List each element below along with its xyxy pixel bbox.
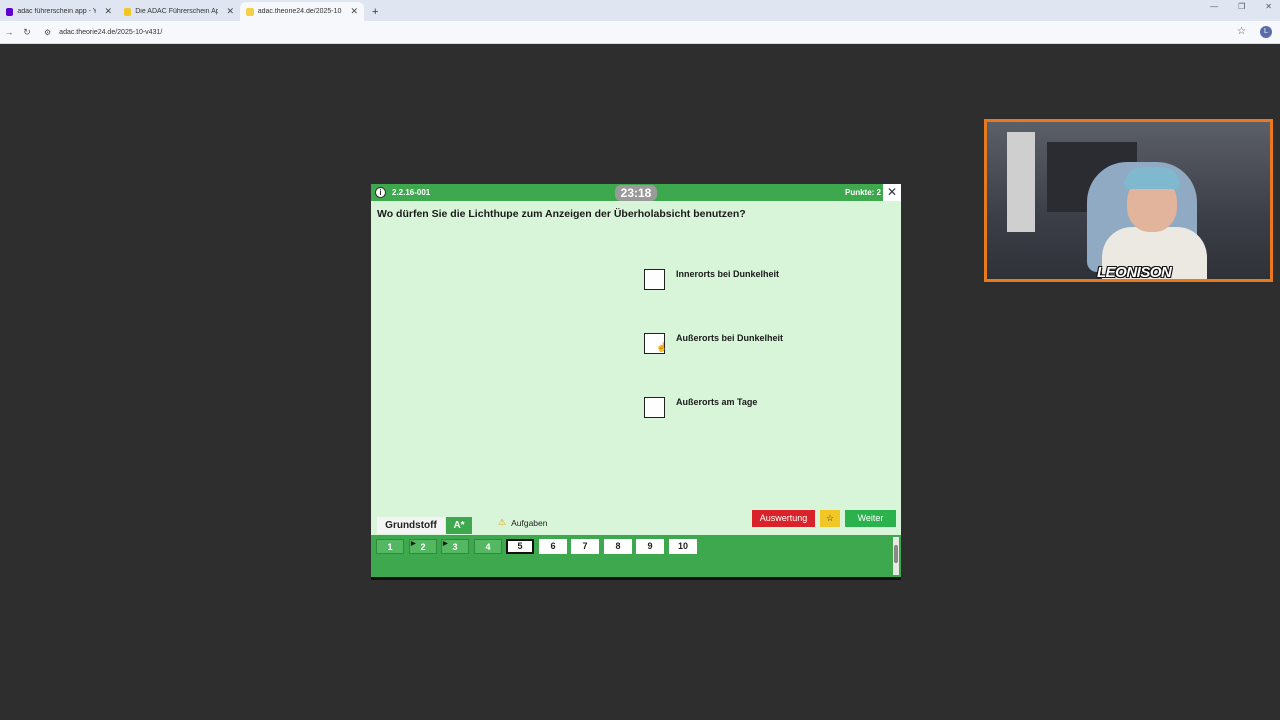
- question-number-button[interactable]: 7: [571, 539, 599, 554]
- question-number: 2: [420, 542, 426, 552]
- divider: [371, 577, 901, 580]
- webcam-overlay: LEONISON: [984, 119, 1273, 282]
- profile-avatar[interactable]: L: [1260, 26, 1272, 38]
- question-number-button[interactable]: 5: [506, 539, 534, 554]
- flag-icon: ▶: [411, 541, 416, 547]
- theorie24-favicon-icon: [246, 7, 254, 16]
- url-field[interactable]: ⚙ adac.theorie24.de/2025-10-v431/: [44, 23, 1250, 41]
- question-number-button[interactable]: 8: [604, 539, 632, 554]
- answer-checkbox[interactable]: [644, 397, 665, 418]
- category-tab[interactable]: Grundstoff: [377, 517, 445, 534]
- question-number: 4: [485, 542, 491, 552]
- quiz-window: i 2.2.16-001 23:18 Punkte: 2 ✕ Wo dürfen…: [371, 184, 901, 580]
- tab-label: adac.theorie24.de/2025-10-v4:: [257, 8, 343, 15]
- restore-icon[interactable]: ❐: [1238, 2, 1245, 11]
- answer-option-3[interactable]: Außerorts am Tage: [644, 397, 894, 421]
- browser-tab-yahoo[interactable]: adac führerschein app - Yahoo ✕: [0, 2, 118, 21]
- browser-tab-theorie24[interactable]: adac.theorie24.de/2025-10-v4: ✕: [240, 2, 364, 21]
- points-label: Punkte: 2: [844, 188, 881, 197]
- answer-checkbox[interactable]: [644, 269, 665, 290]
- question-number-button[interactable]: 4: [474, 539, 502, 554]
- question-navigation: 1 ▶ 2 ▶ 3 4 5 6 7 8 9 10: [371, 535, 901, 580]
- question-number-button[interactable]: 6: [539, 539, 567, 554]
- info-icon[interactable]: i: [375, 187, 386, 198]
- answer-option-1[interactable]: Innerorts bei Dunkelheit: [644, 269, 894, 293]
- adac-favicon-icon: [124, 7, 132, 16]
- answer-text: Außerorts am Tage: [676, 397, 758, 407]
- webcam-pillar: [1007, 132, 1035, 232]
- new-tab-button[interactable]: +: [372, 2, 378, 21]
- question-id: 2.2.16-001: [392, 188, 431, 197]
- answer-checkbox[interactable]: ☝: [644, 333, 668, 354]
- question-number-button[interactable]: ▶ 3: [441, 539, 469, 554]
- streamer-cap: [1124, 167, 1180, 189]
- warning-icon: ⚠: [498, 517, 507, 527]
- question-number: 9: [647, 541, 653, 551]
- quiz-header: i 2.2.16-001 23:18 Punkte: 2 ✕: [371, 184, 901, 201]
- streamer-logo: LEONISON: [1097, 264, 1172, 281]
- flag-icon: ▶: [443, 541, 448, 547]
- site-settings-icon[interactable]: ⚙: [44, 28, 51, 37]
- browser-tab-adac-app[interactable]: Die ADAC Führerschein App ✕: [118, 2, 240, 21]
- bookmark-star-icon[interactable]: ☆: [1237, 26, 1246, 37]
- url-text: adac.theorie24.de/2025-10-v431/: [59, 28, 163, 36]
- close-icon[interactable]: ✕: [226, 6, 234, 17]
- close-icon[interactable]: ✕: [104, 6, 112, 17]
- close-icon[interactable]: ✕: [350, 6, 358, 17]
- question-text: Wo dürfen Sie die Lichthupe zum Anzeigen…: [377, 208, 746, 220]
- scrollbar[interactable]: [893, 537, 899, 575]
- tasks-text: Aufgaben: [511, 517, 548, 528]
- reload-icon[interactable]: ↻: [18, 27, 36, 38]
- question-number: 8: [615, 541, 621, 551]
- question-number-button[interactable]: 9: [636, 539, 664, 554]
- address-bar: → ↻ ⚙ adac.theorie24.de/2025-10-v431/ ☆ …: [0, 21, 1280, 44]
- question-number-button[interactable]: 10: [669, 539, 697, 554]
- minimize-icon[interactable]: —: [1210, 2, 1218, 11]
- tasks-label: ⚠ Aufgaben: [498, 517, 547, 528]
- mark-star-button[interactable]: ☆: [820, 510, 840, 527]
- question-number: 6: [550, 541, 556, 551]
- answer-option-2[interactable]: ☝ Außerorts bei Dunkelheit: [644, 333, 894, 357]
- close-window-icon[interactable]: ✕: [1265, 2, 1272, 11]
- tab-label: Die ADAC Führerschein App: [135, 8, 219, 15]
- timer: 23:18: [615, 185, 657, 201]
- evaluate-button[interactable]: Auswertung: [752, 510, 815, 527]
- answer-text: Innerorts bei Dunkelheit: [676, 269, 780, 279]
- yahoo-favicon-icon: [6, 7, 14, 16]
- question-number-button[interactable]: 1: [376, 539, 404, 554]
- tab-label: adac führerschein app - Yahoo: [17, 8, 97, 15]
- next-button[interactable]: Weiter: [845, 510, 896, 527]
- scrollbar-thumb[interactable]: [894, 545, 898, 563]
- forward-icon[interactable]: →: [0, 27, 18, 37]
- browser-tab-bar: adac führerschein app - Yahoo ✕ Die ADAC…: [0, 0, 1280, 21]
- question-number: 5: [517, 541, 523, 551]
- close-icon[interactable]: ✕: [883, 184, 901, 201]
- window-controls: — ❐ ✕: [1210, 2, 1272, 11]
- mouse-cursor-icon: ☝: [656, 342, 668, 352]
- question-number: 10: [677, 541, 688, 551]
- question-number: 7: [582, 541, 588, 551]
- question-number: 1: [387, 542, 393, 552]
- license-class-badge: A*: [446, 517, 472, 534]
- question-number: 3: [452, 542, 458, 552]
- answer-text: Außerorts bei Dunkelheit: [676, 333, 784, 343]
- question-number-button[interactable]: ▶ 2: [409, 539, 437, 554]
